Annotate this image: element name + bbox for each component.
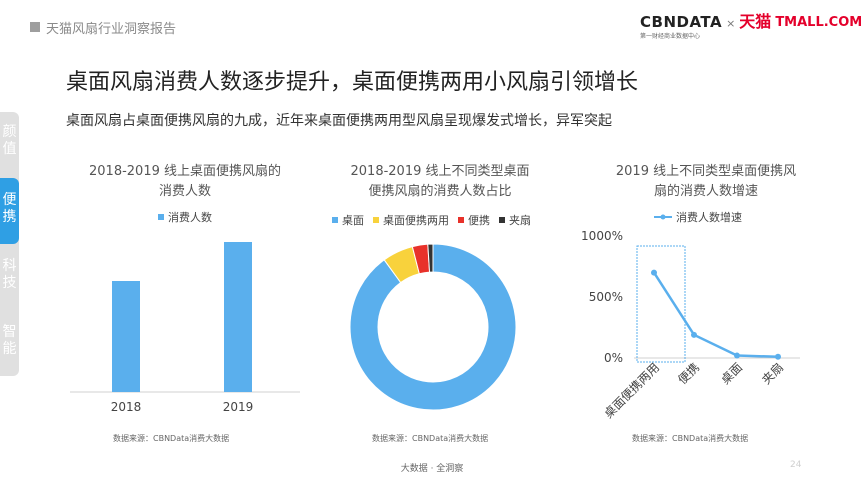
- line-point-3: [734, 352, 740, 359]
- line-x-tick-1: 桌面便携两用: [601, 360, 663, 422]
- line-point-1: [651, 269, 657, 276]
- line-chart: 0% 500% 1000% 桌面便携两用 便携 桌面 夹扇: [581, 229, 800, 422]
- line-highlight-box: [636, 245, 686, 363]
- line-x-tick-2: 便携: [675, 360, 703, 388]
- footer-slogan: 大数据 · 全洞察: [400, 464, 464, 474]
- line-chart-source: 数据来源：CBNData消费大数据: [632, 434, 749, 443]
- line-point-4: [775, 353, 781, 360]
- line-x-tick-4: 夹扇: [759, 360, 787, 388]
- line-y-tick-1: 0%: [604, 351, 623, 365]
- line-x-tick-3: 桌面: [718, 360, 745, 387]
- line-y-tick-3: 1000%: [581, 229, 623, 243]
- page-number: 24: [790, 460, 802, 470]
- line-point-2: [691, 331, 697, 338]
- line-y-tick-2: 500%: [589, 290, 623, 304]
- line-series: [652, 271, 779, 359]
